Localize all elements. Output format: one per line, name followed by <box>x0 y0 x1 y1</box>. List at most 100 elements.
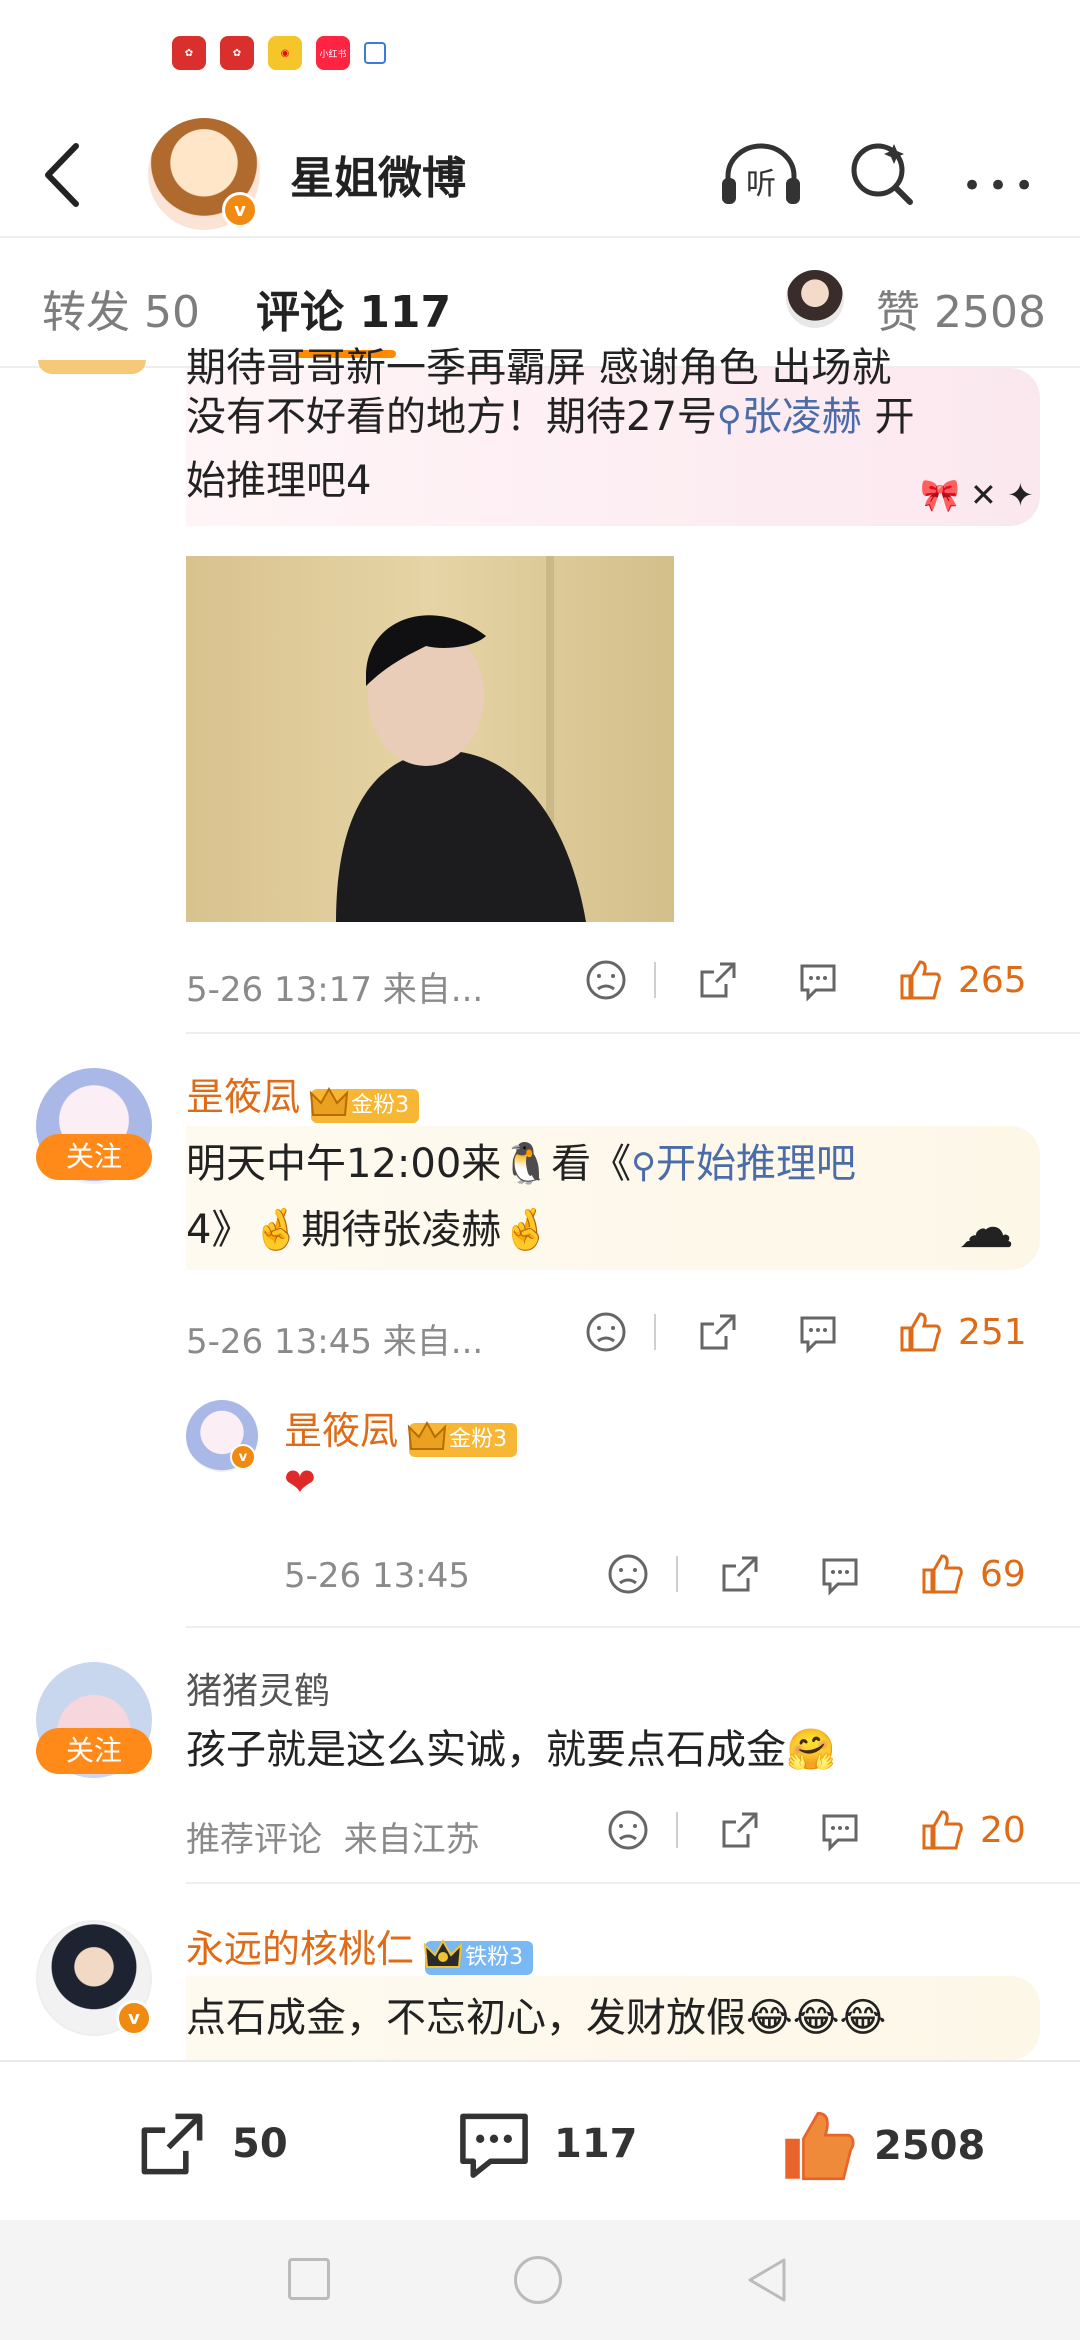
share-icon[interactable] <box>718 1552 762 1596</box>
system-navigation-bar <box>0 2220 1080 2340</box>
comment-button[interactable]: 117 <box>456 2106 638 2182</box>
reply-text: ❤ <box>284 1460 316 1504</box>
dislike-icon[interactable] <box>584 1310 628 1354</box>
reply-icon[interactable] <box>818 1552 862 1596</box>
comment-text: 点石成金，不忘初心，发财放假😂😂😂 <box>186 1995 887 2041</box>
like-icon[interactable] <box>920 1552 964 1596</box>
comment-text-line: 始推理吧4 <box>186 458 372 504</box>
comment-meta: 5-26 13:45 来自... <box>186 1322 484 1362</box>
xiaohongshu-icon: 小红书 <box>316 36 350 70</box>
commenter-name-row: 昰筱凨 金粉3 <box>186 1066 420 1123</box>
comment-actions: 265 <box>584 958 1027 1002</box>
comment-icon <box>460 2113 528 2178</box>
header: v 星姐微博 听 ••• <box>0 110 1080 240</box>
fan-badge: 金粉3 <box>309 1086 420 1123</box>
like-count[interactable]: 20 <box>980 1810 1026 1851</box>
action-separator <box>654 962 656 998</box>
follow-button[interactable]: 关注 <box>36 1134 152 1180</box>
search-icon[interactable] <box>848 138 914 208</box>
comment-meta: 推荐评论 来自江苏 <box>186 1820 480 1860</box>
tab-comments[interactable]: 评论 117 <box>256 276 451 340</box>
finger-heart-emoji-icon: 🤞 <box>501 1207 552 1253</box>
comment-photo[interactable] <box>186 556 674 922</box>
commenter-name-row: 永远的核桃仁 铁粉3 <box>186 1918 534 1975</box>
page-title[interactable]: 星姐微博 <box>290 142 466 206</box>
reply-user-name[interactable]: 昰筱凨 <box>284 1409 398 1453</box>
reply-actions: 69 <box>606 1552 1026 1596</box>
crown-icon <box>407 1420 447 1450</box>
back-arrow-icon[interactable] <box>40 140 90 210</box>
comment-count: 117 <box>554 2121 638 2167</box>
crown-icon <box>423 1938 463 1968</box>
fluffy-sticker-icon: ☁ <box>958 1196 1014 1261</box>
topic-link[interactable]: ⚲张凌赫 <box>717 394 862 440</box>
verified-badge-icon: v <box>116 2000 152 2036</box>
repost-count: 50 <box>232 2121 288 2167</box>
more-options-icon[interactable]: ••• <box>962 166 1040 206</box>
share-icon[interactable] <box>696 1310 740 1354</box>
back-nav-icon[interactable] <box>744 2254 792 2306</box>
commenter-avatar[interactable]: v <box>36 1920 152 2036</box>
penguin-emoji-icon: 🐧 <box>501 1141 552 1187</box>
home-icon[interactable] <box>514 2256 562 2304</box>
listen-headphones-icon[interactable]: 听 <box>718 140 804 210</box>
share-icon[interactable] <box>718 1808 762 1852</box>
reply-name-row: 昰筱凨 金粉3 <box>284 1400 518 1457</box>
bow-sticker-icon: 🎀 ✕ ✦ <box>920 476 1034 514</box>
reply-icon[interactable] <box>796 958 840 1002</box>
like-icon[interactable] <box>898 958 942 1002</box>
like-count[interactable]: 265 <box>958 960 1027 1001</box>
huawei-app-icon: ✿ <box>220 36 254 70</box>
dislike-icon[interactable] <box>606 1808 650 1852</box>
fan-badge: 金粉3 <box>407 1420 518 1457</box>
reply-avatar[interactable]: v <box>186 1400 258 1472</box>
crown-icon <box>309 1086 349 1116</box>
calendar-icon <box>364 42 386 64</box>
svg-text:听: 听 <box>746 167 776 202</box>
author-avatar[interactable]: v <box>148 118 260 230</box>
fan-badge: 铁粉3 <box>423 1938 534 1975</box>
hug-emoji-icon: 🤗 <box>786 1727 836 1773</box>
finger-heart-emoji-icon: 🤞 <box>251 1207 302 1253</box>
search-icon: ⚲ <box>716 399 742 439</box>
like-icon[interactable] <box>920 1808 964 1852</box>
verified-badge-icon: v <box>222 192 258 228</box>
reply-icon[interactable] <box>796 1310 840 1354</box>
comment-text: 没有不好看的地方！期待27号⚲张凌赫 开 <box>186 394 915 440</box>
status-bar-app-icons: ✿ ✿ ◉ 小红书 <box>172 36 386 70</box>
commenter-name[interactable]: 猪猪灵鹤 <box>186 1662 330 1714</box>
tab-likes[interactable]: 赞 2508 <box>876 276 1046 340</box>
dislike-icon[interactable] <box>606 1552 650 1596</box>
comment-actions: 251 <box>584 1310 1027 1354</box>
commenter-name[interactable]: 永远的核桃仁 <box>186 1927 414 1971</box>
comment-text: 孩子就是这么实诚，就要点石成金🤗 <box>186 1727 836 1773</box>
like-filled-icon <box>785 2111 855 2181</box>
verified-badge-icon: v <box>230 1444 256 1470</box>
comment-actions: 20 <box>606 1808 1026 1852</box>
reply-icon[interactable] <box>818 1808 862 1852</box>
like-count[interactable]: 69 <box>980 1554 1026 1595</box>
tab-repost[interactable]: 转发 50 <box>42 276 200 340</box>
repost-button[interactable]: 50 <box>134 2106 288 2182</box>
comment-meta: 5-26 13:17 来自... <box>186 970 484 1010</box>
commenter-name[interactable]: 昰筱凨 <box>186 1075 300 1119</box>
comment-divider <box>186 1882 1080 1884</box>
like-total: 2508 <box>874 2123 986 2169</box>
follow-button[interactable]: 关注 <box>36 1728 152 1774</box>
dislike-icon[interactable] <box>584 958 628 1002</box>
topic-link[interactable]: ⚲开始推理吧 <box>631 1141 856 1187</box>
search-icon: ⚲ <box>631 1146 656 1186</box>
like-icon[interactable] <box>898 1310 942 1354</box>
header-divider <box>0 236 1080 238</box>
recent-apps-icon[interactable] <box>288 2258 330 2300</box>
reply-meta: 5-26 13:45 <box>284 1556 470 1596</box>
avatar-partial <box>38 360 146 374</box>
comment-divider <box>186 1626 1080 1628</box>
like-button[interactable]: 2508 <box>778 2106 985 2186</box>
share-icon <box>141 2113 203 2175</box>
bottom-action-bar: 50 117 2508 <box>0 2060 1080 2220</box>
laugh-cry-emoji-icon: 😂😂😂 <box>746 1995 887 2041</box>
like-count[interactable]: 251 <box>958 1312 1027 1353</box>
weibo-icon: ◉ <box>268 36 302 70</box>
share-icon[interactable] <box>696 958 740 1002</box>
